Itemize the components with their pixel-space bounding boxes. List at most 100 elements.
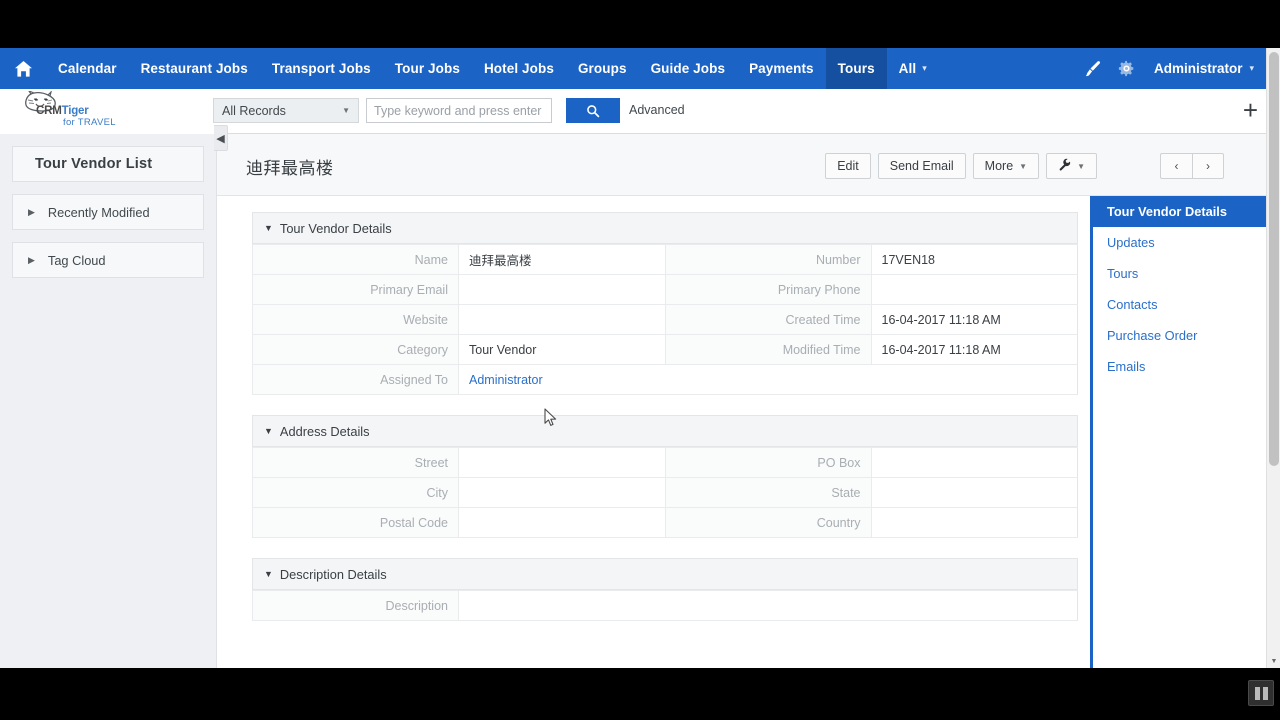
table-row: Description xyxy=(252,590,1078,621)
block-header-description-details[interactable]: ▼ Description Details xyxy=(252,558,1078,590)
field-value[interactable]: Tour Vendor xyxy=(458,334,666,365)
chevron-left-icon: ‹ xyxy=(1174,159,1179,173)
nav-item-hotel-jobs[interactable]: Hotel Jobs xyxy=(472,48,566,89)
field-value[interactable]: 16-04-2017 11:18 AM xyxy=(870,304,1078,335)
field-value[interactable] xyxy=(458,274,666,305)
scrollbar-thumb[interactable] xyxy=(1269,52,1279,466)
paintbrush-icon[interactable] xyxy=(1076,48,1110,89)
nav-item-payments[interactable]: Payments xyxy=(737,48,826,89)
nav-item-guide-jobs[interactable]: Guide Jobs xyxy=(639,48,738,89)
browser-scrollbar[interactable]: ▲ ▼ xyxy=(1266,48,1280,668)
search-scope-select[interactable]: All Records ▼ xyxy=(213,98,359,123)
detail-table: Street PO Box City State Postal Code Country xyxy=(252,447,1078,538)
top-navigation-bar: Calendar Restaurant Jobs Transport Jobs Tou… xyxy=(0,48,1268,89)
chevron-right-icon: ▶ xyxy=(28,254,35,265)
table-row: Name 迪拜最高楼 Number 17VEN18 xyxy=(252,244,1078,275)
field-label: Number xyxy=(664,244,872,275)
pause-icon[interactable] xyxy=(1248,680,1274,706)
logo-tagline: for TRAVEL xyxy=(63,117,116,128)
tools-button[interactable]: ▼ xyxy=(1046,153,1097,179)
field-label: Street xyxy=(252,447,459,478)
wrench-icon xyxy=(1058,158,1071,174)
sidebar-item-recently-modified[interactable]: ▶ Recently Modified xyxy=(12,194,204,230)
scroll-down-icon[interactable]: ▼ xyxy=(1267,654,1280,668)
send-email-button[interactable]: Send Email xyxy=(877,153,966,179)
field-value[interactable] xyxy=(458,507,666,538)
nav-item-tour-jobs[interactable]: Tour Jobs xyxy=(383,48,472,89)
field-value[interactable] xyxy=(870,274,1078,305)
nav-item-label: Groups xyxy=(577,61,627,76)
field-value[interactable]: Administrator xyxy=(458,364,1078,395)
app-logo[interactable]: CRMTiger for TRAVEL xyxy=(0,89,217,134)
record-header: 迪拜最高楼 Edit Send Email More ▼ ▼ ‹ › xyxy=(217,134,1268,196)
field-value[interactable] xyxy=(870,447,1078,478)
block-title: Address Details xyxy=(279,423,370,439)
field-value[interactable] xyxy=(458,304,666,335)
block-header-address-details[interactable]: ▼ Address Details xyxy=(252,415,1078,447)
field-value[interactable]: 17VEN18 xyxy=(870,244,1078,275)
field-label: Assigned To xyxy=(252,364,459,395)
related-nav-updates[interactable]: Updates xyxy=(1093,227,1268,258)
field-value[interactable] xyxy=(458,477,666,508)
field-value[interactable] xyxy=(870,477,1078,508)
button-label: Edit xyxy=(837,159,859,173)
field-label: Category xyxy=(252,334,459,365)
related-nav-contacts[interactable]: Contacts xyxy=(1093,289,1268,320)
global-search-bar: CRMTiger for TRAVEL All Records ▼ Advanc… xyxy=(0,89,1268,134)
chevron-right-icon: ▶ xyxy=(28,206,35,217)
related-nav-emails[interactable]: Emails xyxy=(1093,351,1268,382)
related-nav-purchase-order[interactable]: Purchase Order xyxy=(1093,320,1268,351)
field-label: City xyxy=(252,477,459,508)
chevron-down-icon: ▾ xyxy=(1249,63,1254,73)
block-header-tour-vendor-details[interactable]: ▼ Tour Vendor Details xyxy=(252,212,1078,244)
user-menu[interactable]: Administrator ▾ xyxy=(1144,61,1260,76)
detail-block: ▼ Description Details Description xyxy=(252,558,1078,621)
nav-item-tours[interactable]: Tours xyxy=(825,48,887,89)
related-nav-label: Purchase Order xyxy=(1107,328,1198,343)
related-nav-tour-vendor-details[interactable]: Tour Vendor Details xyxy=(1093,196,1268,227)
table-row: Street PO Box xyxy=(252,447,1078,478)
nav-item-groups[interactable]: Groups xyxy=(566,48,639,89)
browser-viewport: Calendar Restaurant Jobs Transport Jobs Tou… xyxy=(0,48,1280,668)
sidebar-title-card[interactable]: Tour Vendor List xyxy=(12,146,204,182)
sidebar-collapse-toggle[interactable]: ◀ xyxy=(214,125,228,151)
field-value[interactable] xyxy=(458,590,1078,621)
home-icon[interactable] xyxy=(0,48,46,89)
search-input[interactable] xyxy=(366,98,552,123)
next-record-button[interactable]: › xyxy=(1192,153,1224,179)
prev-record-button[interactable]: ‹ xyxy=(1160,153,1192,179)
assigned-to-link[interactable]: Administrator xyxy=(469,373,543,387)
advanced-search-link[interactable]: Advanced xyxy=(629,103,685,117)
field-label: Name xyxy=(252,244,459,275)
sidebar-item-label: Tag Cloud xyxy=(47,252,106,268)
logo-word-tiger: Tiger xyxy=(61,105,89,117)
related-nav-label: Updates xyxy=(1107,235,1155,250)
sidebar-item-tag-cloud[interactable]: ▶ Tag Cloud xyxy=(12,242,204,278)
related-nav-tours[interactable]: Tours xyxy=(1093,258,1268,289)
nav-item-calendar[interactable]: Calendar xyxy=(46,48,129,89)
field-label: Country xyxy=(664,507,872,538)
nav-item-restaurant-jobs[interactable]: Restaurant Jobs xyxy=(129,48,260,89)
gear-icon[interactable] xyxy=(1110,48,1144,89)
nav-item-label: Payments xyxy=(749,61,814,76)
field-value[interactable]: 迪拜最高楼 xyxy=(458,244,666,275)
top-navigation-right: Administrator ▾ xyxy=(1076,48,1268,89)
field-value[interactable] xyxy=(458,447,666,478)
nav-item-label: Tour Jobs xyxy=(394,61,460,76)
detail-block: ▼ Tour Vendor Details Name 迪拜最高楼 Number 17VEN… xyxy=(252,212,1078,395)
plus-icon[interactable]: + xyxy=(1243,97,1258,123)
field-value[interactable]: 16-04-2017 11:18 AM xyxy=(870,334,1078,365)
nav-item-transport-jobs[interactable]: Transport Jobs xyxy=(260,48,383,89)
nav-item-label: Restaurant Jobs xyxy=(140,61,248,76)
field-value[interactable] xyxy=(870,507,1078,538)
detail-table: Name 迪拜最高楼 Number 17VEN18 Primary Email Prima… xyxy=(252,244,1078,395)
field-label: Website xyxy=(252,304,459,335)
nav-item-all[interactable]: All ▾ xyxy=(887,48,939,89)
search-button[interactable] xyxy=(566,98,620,123)
record-detail-area: ▼ Tour Vendor Details Name 迪拜最高楼 Number 17VEN… xyxy=(217,196,1090,668)
triangle-down-icon: ▼ xyxy=(264,426,273,436)
more-button[interactable]: More ▼ xyxy=(972,153,1040,179)
edit-button[interactable]: Edit xyxy=(825,153,871,179)
